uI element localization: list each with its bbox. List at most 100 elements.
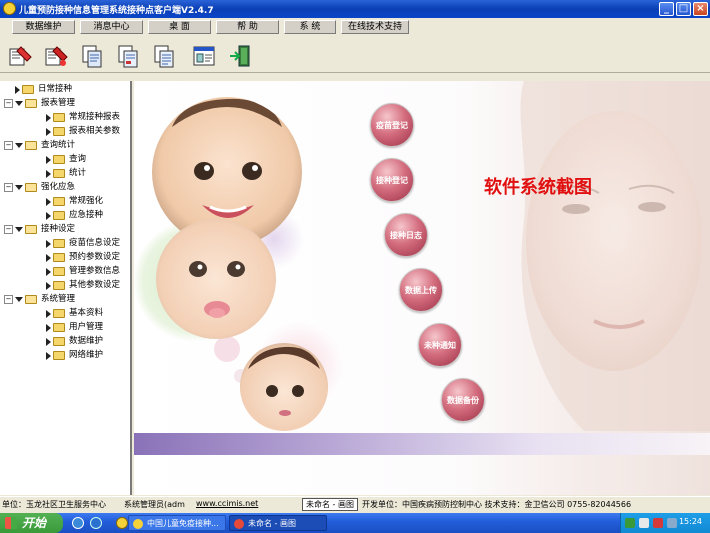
vaccine-register-button[interactable]: 疫苗登记 (370, 103, 414, 147)
app-smiley-icon[interactable] (116, 517, 128, 529)
close-button[interactable]: × (693, 2, 708, 16)
tree-node-data-maintenance[interactable]: 数据维护 (46, 335, 103, 348)
windows-flag-icon (5, 517, 17, 529)
expanded-arrow-icon (15, 185, 23, 190)
inoculation-log-button[interactable]: 接种日志 (384, 213, 428, 257)
tree-node-emergency-inoculation[interactable]: 应急接种 (46, 209, 103, 222)
folder-icon (53, 211, 65, 220)
collapse-icon[interactable]: − (4, 295, 13, 304)
vaccine-register-icon[interactable] (4, 40, 35, 71)
menu-online-support[interactable]: 在线技术支持 (341, 20, 409, 34)
tree-node-other-params[interactable]: 其他参数设定 (46, 279, 120, 292)
menu-data-maintenance[interactable]: 数据维护 (12, 20, 75, 34)
folder-icon (53, 127, 65, 136)
desktop-panel: 疫苗登记 接种登记 接种日志 数据上传 未种通知 数据备份 软件系统截图 (134, 81, 710, 495)
ie-browser-icon[interactable] (90, 517, 102, 529)
tree-node-routine-report[interactable]: 常规接种报表 (46, 111, 120, 124)
menu-desktop[interactable]: 桌 面 (148, 20, 211, 34)
document-list-icon[interactable] (148, 40, 179, 71)
baby-photo-middle (156, 219, 276, 339)
tree-node-routine-intensify[interactable]: 常规强化 (46, 195, 103, 208)
collapsed-arrow-icon (46, 337, 51, 346)
status-website-link[interactable]: www.ccimis.net (196, 499, 258, 508)
folder-icon (53, 351, 65, 360)
start-button[interactable]: 开始 (0, 513, 63, 533)
folder-open-icon (25, 99, 37, 108)
document-copy-icon[interactable] (76, 40, 107, 71)
bubble-small-pink (214, 336, 240, 362)
exit-door-icon[interactable] (224, 40, 255, 71)
tree-node-vaccine-info[interactable]: 疫苗信息设定 (46, 237, 120, 250)
tree-node-query-statistics[interactable]: − 查询统计 (4, 139, 75, 152)
network-icon[interactable] (625, 518, 635, 528)
window-panel-icon[interactable] (188, 40, 219, 71)
tree-node-basic-data[interactable]: 基本资料 (46, 307, 103, 320)
task-label: 未命名 - 画图 (248, 519, 296, 528)
collapsed-arrow-icon (46, 267, 51, 276)
tree-node-label: 日常接种 (38, 84, 73, 94)
minimize-button[interactable]: _ (659, 2, 674, 16)
security-icon[interactable] (653, 518, 663, 528)
folder-open-icon (25, 141, 37, 150)
monitor-icon[interactable] (667, 518, 677, 528)
collapsed-arrow-icon (46, 253, 51, 262)
task-immunization-app[interactable]: 中国儿童免疫接种... (128, 515, 226, 531)
tree-node-appointment-params[interactable]: 预约参数设定 (46, 251, 120, 264)
tree-node-management-params[interactable]: 管理参数信息 (46, 265, 120, 278)
collapsed-arrow-icon (46, 211, 51, 220)
folder-icon (53, 267, 65, 276)
data-upload-button[interactable]: 数据上传 (399, 268, 443, 312)
tree-node-report-management[interactable]: − 报表管理 (4, 97, 75, 110)
tree-node-label: 网络维护 (69, 350, 104, 360)
collapsed-arrow-icon (46, 155, 51, 164)
app-smiley-icon (133, 519, 143, 529)
menu-system[interactable]: 系 统 (284, 20, 336, 34)
collapse-icon[interactable]: − (4, 99, 13, 108)
windows-taskbar: 开始 中国儿童免疫接种... 未命名 - 画图 15:24 (0, 513, 710, 533)
window-title: 儿童预防接种信息管理系统接种点客户端V2.4.7 (19, 6, 214, 16)
app-window: 儿童预防接种信息管理系统接种点客户端V2.4.7 _ □ × 数据维护 消息中心… (0, 0, 710, 533)
inoculation-register-icon[interactable] (40, 40, 71, 71)
tree-node-user-management[interactable]: 用户管理 (46, 321, 103, 334)
folder-icon (53, 239, 65, 248)
collapsed-arrow-icon (46, 309, 51, 318)
decorative-band (134, 433, 710, 455)
expanded-arrow-icon (15, 143, 23, 148)
inoculation-register-button[interactable]: 接种登记 (370, 158, 414, 202)
document-stack-icon[interactable] (112, 40, 143, 71)
collapse-icon[interactable]: − (4, 225, 13, 234)
folder-icon (53, 197, 65, 206)
tree-node-system-management[interactable]: − 系统管理 (4, 293, 75, 306)
maximize-button[interactable]: □ (676, 2, 691, 16)
collapsed-arrow-icon (46, 127, 51, 136)
folder-icon (22, 85, 34, 94)
tree-node-label: 系统管理 (41, 294, 76, 304)
menu-message-center[interactable]: 消息中心 (80, 20, 143, 34)
folder-icon (53, 281, 65, 290)
tree-node-daily-inoculation[interactable]: 日常接种 (4, 83, 72, 96)
collapsed-arrow-icon (46, 351, 51, 360)
tree-node-report-params[interactable]: 报表相关参数 (46, 125, 120, 138)
tree-node-label: 常规接种报表 (69, 112, 121, 122)
tree-node-label: 统计 (69, 168, 87, 178)
unvaccinated-notice-button[interactable]: 未种通知 (418, 323, 462, 367)
expanded-arrow-icon (15, 101, 23, 106)
tree-node-statistics[interactable]: 统计 (46, 167, 86, 180)
collapse-icon[interactable]: − (4, 183, 13, 192)
title-bar: 儿童预防接种信息管理系统接种点客户端V2.4.7 _ □ × (0, 0, 710, 18)
task-paint[interactable]: 未命名 - 画图 (229, 515, 327, 531)
data-backup-button[interactable]: 数据备份 (441, 378, 485, 422)
status-unit: 单位：玉龙社区卫生服务中心 (2, 500, 106, 509)
speaker-icon[interactable] (639, 518, 649, 528)
collapse-icon[interactable]: − (4, 141, 13, 150)
folder-icon (53, 113, 65, 122)
tree-node-intensified-emergency[interactable]: − 强化应急 (4, 181, 75, 194)
status-untitled-tooltip: 未命名 - 画图 (302, 498, 358, 511)
tree-node-network-maintenance[interactable]: 网络维护 (46, 349, 103, 362)
menu-help[interactable]: 帮 助 (216, 20, 279, 34)
tree-node-inoculation-settings[interactable]: − 接种设定 (4, 223, 75, 236)
tree-node-label: 常规强化 (69, 196, 104, 206)
tree-node-query[interactable]: 查询 (46, 153, 86, 166)
collapsed-arrow-icon (15, 85, 20, 94)
show-desktop-icon[interactable] (72, 517, 84, 529)
